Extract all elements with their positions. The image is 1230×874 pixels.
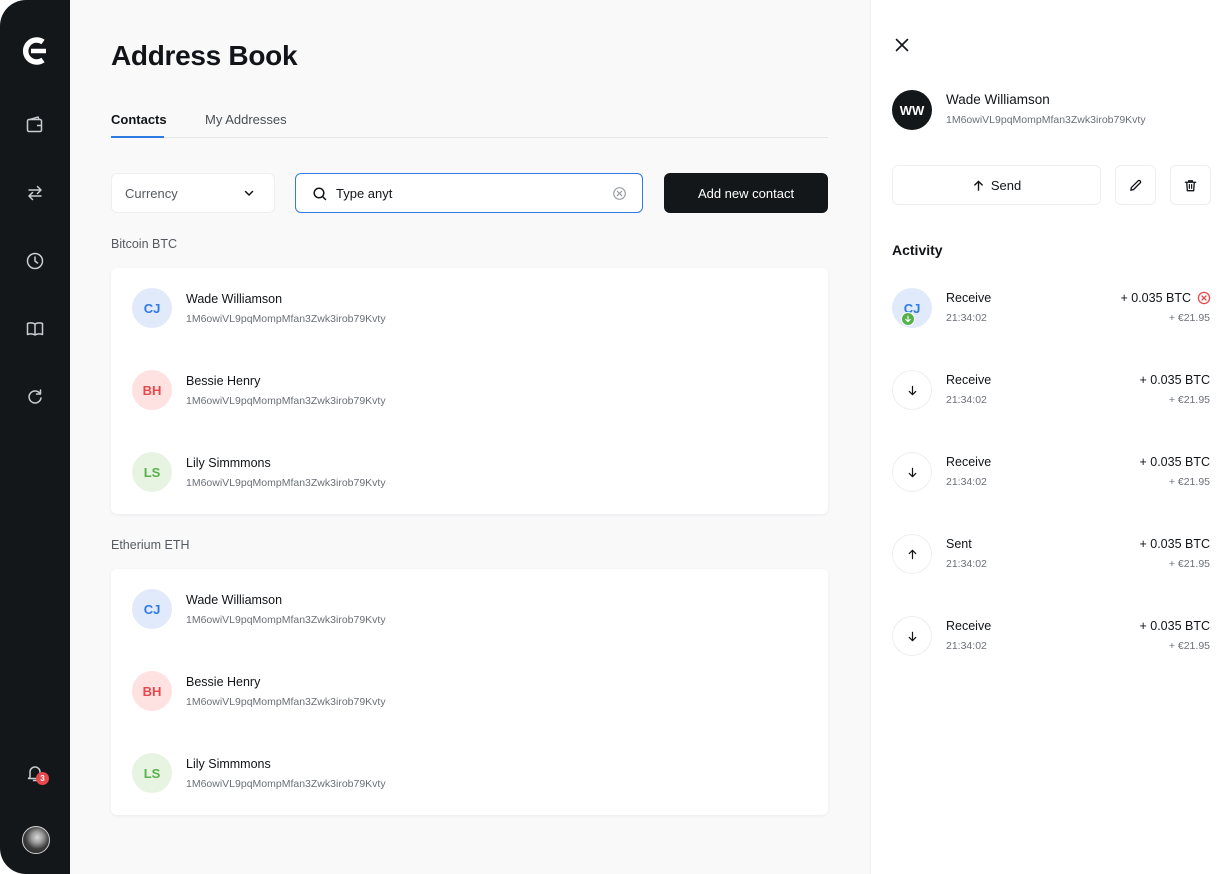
activity-time: 21:34:02 (946, 558, 987, 570)
contact-avatar: BH (132, 370, 172, 410)
wallet-icon[interactable] (25, 115, 45, 135)
contact-address: 1M6owiVL9pqMompMfan3Zwk3irob79Kvty (186, 395, 386, 407)
contact-avatar: CJ (132, 288, 172, 328)
arrow-up-icon (892, 534, 932, 574)
contact-address: 1M6owiVL9pqMompMfan3Zwk3irob79Kvty (186, 614, 386, 626)
activity-type: Receive (946, 373, 992, 387)
activity-fiat: + €21.95 (1168, 476, 1210, 488)
chevron-down-icon (244, 190, 254, 196)
search-box (295, 173, 643, 213)
trash-icon (1184, 179, 1197, 191)
activity-type: Receive (946, 455, 992, 469)
activity-type: Sent (946, 537, 972, 551)
activity-item[interactable]: Sent 21:34:02 + 0.035 BTC + €21.95 (871, 534, 1230, 594)
error-icon (1197, 291, 1211, 305)
activity-amount: + 0.035 BTC (1139, 619, 1210, 633)
edit-button[interactable] (1115, 165, 1156, 205)
address-book-icon[interactable] (25, 319, 45, 339)
contact-name: Wade Williamson (186, 593, 283, 607)
refresh-icon[interactable] (25, 387, 45, 407)
contact-name: Lily Simmmons (186, 456, 271, 470)
logo-icon[interactable] (22, 36, 48, 66)
activity-time: 21:34:02 (946, 476, 987, 488)
activity-amount: + 0.035 BTC (1139, 537, 1210, 551)
activity-amount: + 0.035 BTC (1139, 373, 1210, 387)
activity-fiat: + €21.95 (1168, 394, 1210, 406)
contact-name: Lily Simmmons (186, 757, 271, 771)
contact-name: Wade Williamson (186, 292, 283, 306)
tab-my-addresses[interactable]: My Addresses (205, 112, 287, 138)
history-icon[interactable] (25, 251, 45, 271)
contact-avatar: LS (132, 452, 172, 492)
contact-list: CJ Wade Williamson 1M6owiVL9pqMompMfan3Z… (111, 268, 828, 514)
contact-avatar: LS (132, 753, 172, 793)
activity-item[interactable]: Receive 21:34:02 + 0.035 BTC + €21.95 (871, 370, 1230, 430)
arrow-up-icon (973, 180, 983, 191)
tabs: Contacts My Addresses (111, 112, 828, 138)
contact-address: 1M6owiVL9pqMompMfan3Zwk3irob79Kvty (186, 696, 386, 708)
add-new-contact-button[interactable]: Add new contact (664, 173, 828, 213)
activity-fiat: + €21.95 (1168, 558, 1210, 570)
activity-amount: + 0.035 BTC (1139, 455, 1210, 469)
contact-row[interactable]: BH Bessie Henry 1M6owiVL9pqMompMfan3Zwk3… (111, 350, 828, 432)
contact-address: 1M6owiVL9pqMompMfan3Zwk3irob79Kvty (946, 114, 1146, 126)
contact-avatar: WW (892, 90, 932, 130)
tab-contacts[interactable]: Contacts (111, 112, 167, 138)
contact-avatar: CJ (132, 589, 172, 629)
search-icon (313, 187, 327, 201)
delete-button[interactable] (1170, 165, 1211, 205)
search-input[interactable] (336, 183, 606, 203)
contact-row[interactable]: CJ Wade Williamson 1M6owiVL9pqMompMfan3Z… (111, 569, 828, 651)
contact-address: 1M6owiVL9pqMompMfan3Zwk3irob79Kvty (186, 778, 386, 790)
app-window: 3 Address Book Contacts My Addresses Cur… (0, 0, 1230, 874)
contact-list: CJ Wade Williamson 1M6owiVL9pqMompMfan3Z… (111, 569, 828, 815)
activity-time: 21:34:02 (946, 640, 987, 652)
currency-select[interactable]: Currency (111, 173, 275, 213)
receive-status-icon (901, 312, 915, 326)
clear-icon[interactable] (612, 186, 627, 201)
contact-row[interactable]: LS Lily Simmmons 1M6owiVL9pqMompMfan3Zwk… (111, 432, 828, 514)
exchange-icon[interactable] (25, 183, 45, 203)
arrow-down-icon (892, 452, 932, 492)
activity-type: Receive (946, 291, 992, 305)
activity-time: 21:34:02 (946, 394, 987, 406)
contact-row[interactable]: LS Lily Simmmons 1M6owiVL9pqMompMfan3Zwk… (111, 733, 828, 815)
activity-type: Receive (946, 619, 992, 633)
contact-detail-panel: WW Wade Williamson 1M6owiVL9pqMompMfan3Z… (870, 0, 1230, 874)
activity-item[interactable]: Receive 21:34:02 + 0.035 BTC + €21.95 (871, 452, 1230, 512)
activity-fiat: + €21.95 (1168, 640, 1210, 652)
contact-row[interactable]: BH Bessie Henry 1M6owiVL9pqMompMfan3Zwk3… (111, 651, 828, 733)
section-label: Bitcoin BTC (111, 237, 177, 251)
section-label: Etherium ETH (111, 538, 190, 552)
activity-amount: + 0.035 BTC (1120, 291, 1191, 305)
arrow-down-icon (892, 370, 932, 410)
activity-item[interactable]: Receive 21:34:02 + 0.035 BTC + €21.95 (871, 616, 1230, 676)
page-title: Address Book (111, 40, 298, 71)
contact-address: 1M6owiVL9pqMompMfan3Zwk3irob79Kvty (186, 313, 386, 325)
send-button[interactable]: Send (892, 165, 1101, 205)
currency-select-label: Currency (125, 185, 178, 201)
close-icon[interactable] (893, 36, 911, 54)
contact-name: Bessie Henry (186, 374, 261, 388)
sidebar: 3 (0, 0, 70, 874)
user-avatar[interactable] (22, 826, 50, 854)
notification-badge: 3 (36, 772, 49, 785)
pencil-icon (1130, 179, 1142, 191)
contact-address: 1M6owiVL9pqMompMfan3Zwk3irob79Kvty (186, 477, 386, 489)
activity-title: Activity (892, 242, 943, 258)
contact-name: Bessie Henry (186, 675, 261, 689)
main-content: Address Book Contacts My Addresses Curre… (70, 0, 870, 874)
contact-avatar: BH (132, 671, 172, 711)
send-button-label: Send (990, 177, 1022, 193)
contact-row[interactable]: CJ Wade Williamson 1M6owiVL9pqMompMfan3Z… (111, 268, 828, 350)
contact-name: Wade Williamson (946, 92, 1050, 107)
activity-time: 21:34:02 (946, 312, 987, 324)
arrow-down-icon (892, 616, 932, 656)
activity-fiat: + €21.95 (1168, 312, 1210, 324)
activity-item[interactable]: CJ Receive 21:34:02 + 0.035 BTC + €21.95 (871, 288, 1230, 348)
